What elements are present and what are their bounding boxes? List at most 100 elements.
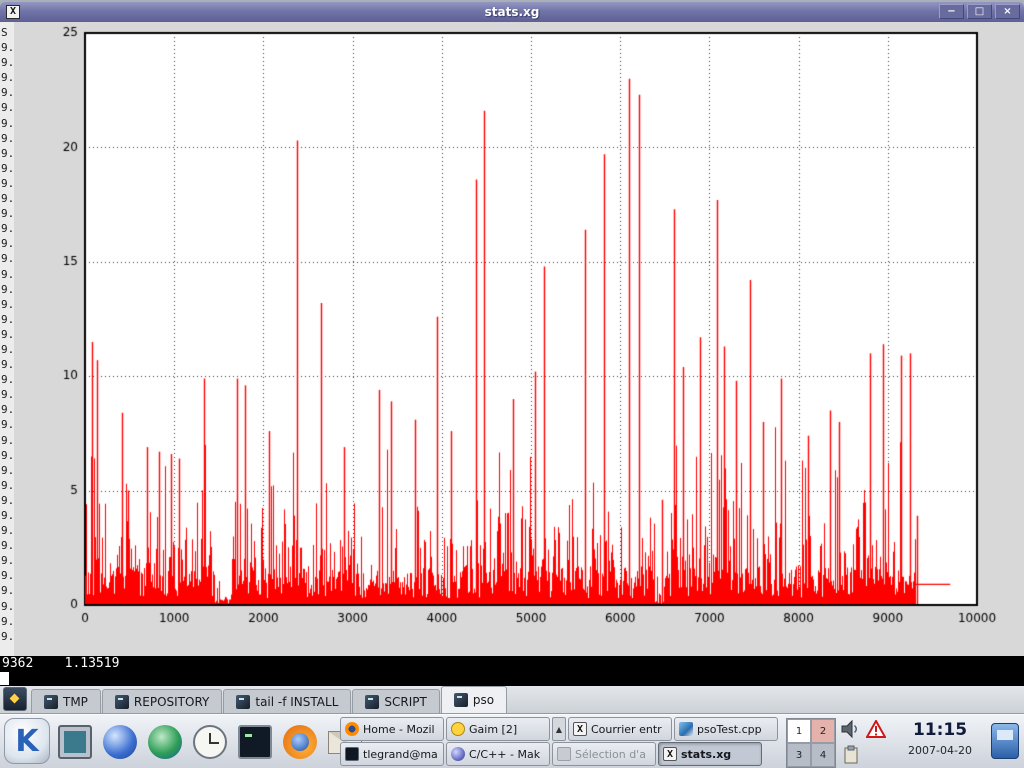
terminal-status-strip[interactable]: 9362 1.13519 <box>0 656 1024 686</box>
pager-desktop-3[interactable]: 3 <box>787 743 811 767</box>
panel-right-launcher-icon[interactable] <box>991 723 1019 759</box>
terminal-clipped-line: 9. <box>1 629 14 644</box>
task-gaim-2[interactable]: Gaim [2] <box>446 717 550 741</box>
task-label: Sélection d'a <box>575 748 646 761</box>
window-titlebar[interactable]: X stats.xg − □ × <box>0 2 1024 22</box>
task-stats-xg[interactable]: Xstats.xg <box>658 742 762 766</box>
terminal-clipped-line: 9. <box>1 131 14 146</box>
terminal-icon[interactable] <box>238 725 272 759</box>
task-c-c-mak[interactable]: C/C++ - Mak <box>446 742 550 766</box>
terminal-clipped-line: 9. <box>1 55 14 70</box>
terminal-clipped-line: 9. <box>1 342 14 357</box>
task-s-lection-d-a[interactable]: Sélection d'a <box>552 742 656 766</box>
terminal-clipped-line: 9. <box>1 448 14 463</box>
terminal-clipped-line: 9. <box>1 568 14 583</box>
warning-icon[interactable] <box>866 720 886 738</box>
terminal-clipped-line: 9. <box>1 478 14 493</box>
screen: X stats.xg − □ × S9.9.9.9.9.9.9.9.9.9.9.… <box>0 0 1024 768</box>
task-label: Home - Mozil <box>363 723 435 736</box>
tab-repository[interactable]: REPOSITORY <box>102 689 222 713</box>
terminal-clipped-line: 9. <box>1 417 14 432</box>
terminal-clipped-line: 9. <box>1 146 14 161</box>
desktop-pager: 1234 <box>786 718 836 768</box>
clock-date: 2007-04-20 <box>894 744 986 757</box>
terminal-clipped-line: 9. <box>1 40 14 55</box>
tab-tmp[interactable]: TMP <box>31 689 101 713</box>
terminal-clipped-line: 9. <box>1 493 14 508</box>
terminal-clipped-line: 9. <box>1 251 14 266</box>
konsole-session-icon <box>115 695 129 709</box>
task-courrier-entr[interactable]: X Courrier entr <box>568 717 672 741</box>
volume-icon[interactable] <box>840 719 862 739</box>
konsole-tabs: TMP REPOSITORY tail -f INSTALL SCRIPT pso <box>31 686 508 713</box>
tab-label: pso <box>473 693 494 707</box>
terminal-clipped-line: 9. <box>1 116 14 131</box>
kicker-panel: K Home - MozilGaim [2]▲XCourrier entrpso… <box>0 714 1024 768</box>
terminal-last-output: 9362 1.13519 <box>2 656 119 671</box>
tab-pso[interactable]: pso <box>441 686 507 713</box>
terminal-clipped-line: 9. <box>1 463 14 478</box>
close-button[interactable]: × <box>995 4 1020 19</box>
terminal-clipped-line: 9. <box>1 70 14 85</box>
clock-icon[interactable] <box>193 725 227 759</box>
terminal-clipped-line: 9. <box>1 206 14 221</box>
taskbar-row-2: tlegrand@ma C/C++ - Mak Sélection d'a Xstat… <box>340 742 784 766</box>
pager-desktop-4[interactable]: 4 <box>811 743 835 767</box>
terminal-clipped-line: 9. <box>1 221 14 236</box>
tab-script[interactable]: SCRIPT <box>352 689 439 713</box>
dim-task-icon <box>557 747 571 761</box>
task-label: Courrier entr <box>591 723 662 736</box>
terminal-clipped-line: 9. <box>1 433 14 448</box>
task-label: Gaim [2] <box>469 723 517 736</box>
globe-icon[interactable] <box>148 725 182 759</box>
task-home-mozil[interactable]: Home - Mozil <box>340 717 444 741</box>
konsole-session-icon <box>454 693 468 707</box>
maximize-button[interactable]: □ <box>967 4 992 19</box>
task-label: stats.xg <box>681 748 731 761</box>
terminal-clipped-line: 9. <box>1 236 14 251</box>
taskbar-scroll-up[interactable]: ▲ <box>552 717 566 741</box>
titlebar-buttons: − □ × <box>939 4 1020 19</box>
firefox-icon[interactable] <box>283 725 317 759</box>
terminal-task-icon <box>345 747 359 761</box>
panel-clock[interactable]: 11:15 2007-04-20 <box>894 720 986 757</box>
terminal-cursor <box>0 672 9 685</box>
background-terminal-left-strip[interactable]: S9.9.9.9.9.9.9.9.9.9.9.9.9.9.9.9.9.9.9.9… <box>0 22 14 656</box>
xgraph-plot-canvas[interactable] <box>14 22 1024 656</box>
terminal-clipped-line: 9. <box>1 100 14 115</box>
task-psotest-cpp[interactable]: psoTest.cpp <box>674 717 778 741</box>
pager-desktop-2[interactable]: 2 <box>811 719 835 743</box>
task-tlegrand-ma[interactable]: tlegrand@ma <box>340 742 444 766</box>
konqueror-icon[interactable] <box>103 725 137 759</box>
new-tab-button[interactable] <box>3 687 27 711</box>
clock-time: 11:15 <box>894 720 986 740</box>
konsole-tab-bar: TMP REPOSITORY tail -f INSTALL SCRIPT pso <box>0 686 1024 714</box>
tab-label: SCRIPT <box>384 695 426 709</box>
terminal-clipped-line: 9. <box>1 312 14 327</box>
klipper-icon[interactable] <box>843 745 859 764</box>
gaim-task-icon <box>451 722 465 736</box>
cpp-task-icon <box>451 747 465 761</box>
pager-desktop-1[interactable]: 1 <box>787 719 811 743</box>
x-task-icon: X <box>573 722 587 736</box>
terminal-clipped-line: 9. <box>1 583 14 598</box>
kmenu-letter: K <box>15 724 38 759</box>
tab-label: tail -f INSTALL <box>255 695 338 709</box>
terminal-clipped-line: 9. <box>1 599 14 614</box>
terminal-clipped-line: 9. <box>1 387 14 402</box>
system-tray <box>840 718 892 766</box>
tab-label: TMP <box>63 695 88 709</box>
task-label: psoTest.cpp <box>697 723 762 736</box>
terminal-clipped-line: 9. <box>1 191 14 206</box>
minimize-button[interactable]: − <box>939 4 964 19</box>
tab-tail-f-install[interactable]: tail -f INSTALL <box>223 689 351 713</box>
terminal-clipped-line: 9. <box>1 508 14 523</box>
terminal-clipped-line: 9. <box>1 357 14 372</box>
terminal-clipped-line: 9. <box>1 267 14 282</box>
desktop-icon[interactable] <box>58 725 92 759</box>
kmenu-button[interactable]: K <box>4 718 50 764</box>
x-task-icon: X <box>663 747 677 761</box>
terminal-clipped-line: 9. <box>1 327 14 342</box>
tab-label: REPOSITORY <box>134 695 209 709</box>
task-label: tlegrand@ma <box>363 748 438 761</box>
